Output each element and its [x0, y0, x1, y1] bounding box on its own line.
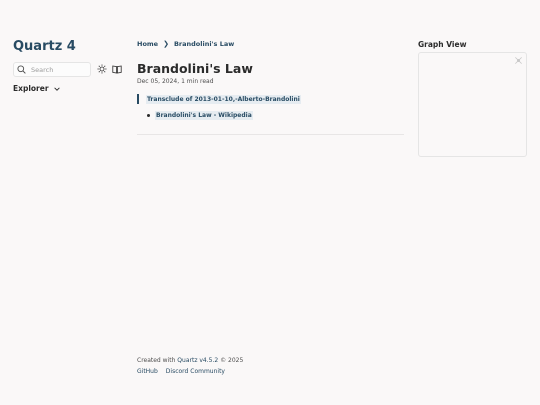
discord-link[interactable]: Discord Community	[166, 368, 225, 375]
reader-mode-icon[interactable]	[112, 64, 122, 74]
article-date: Dec 05, 2024	[137, 78, 178, 85]
wikipedia-link[interactable]: Brandolini's Law - Wikipedia	[155, 111, 253, 120]
page-title: Brandolini's Law	[137, 61, 253, 76]
breadcrumb-current[interactable]: Brandolini's Law	[174, 40, 234, 48]
graph-title: Graph View	[418, 40, 467, 49]
global-graph-icon[interactable]	[514, 56, 523, 65]
breadcrumb: Home ❯ Brandolini's Law	[137, 40, 234, 48]
search-placeholder: Search	[31, 65, 54, 74]
search-input[interactable]: Search	[13, 62, 91, 77]
breadcrumb-separator: ❯	[163, 40, 169, 48]
transclude-link[interactable]: Transclude of 2013-01-10,-Alberto-Brando…	[146, 94, 301, 104]
site-title[interactable]: Quartz 4	[13, 39, 76, 54]
bullet	[147, 114, 150, 117]
explorer-label: Explorer	[13, 84, 49, 93]
graph-view[interactable]	[418, 52, 527, 157]
breadcrumb-home[interactable]: Home	[137, 40, 158, 48]
footer-links: GitHub Discord Community	[137, 368, 233, 375]
transclude-block: Transclude of 2013-01-10,-Alberto-Brando…	[137, 94, 301, 104]
sun-icon[interactable]	[97, 64, 107, 74]
github-link[interactable]: GitHub	[137, 368, 158, 375]
search-icon	[17, 65, 26, 74]
divider	[137, 134, 404, 135]
list-item: Brandolini's Law - Wikipedia	[147, 111, 253, 120]
reading-time: 1 min read	[181, 78, 214, 85]
footer-credit: Created with Quartz v4.5.2 © 2025	[137, 357, 244, 364]
quartz-link[interactable]: Quartz v4.5.2	[177, 357, 218, 364]
article-meta: Dec 05, 2024, 1 min read	[137, 78, 214, 85]
chevron-down-icon	[53, 86, 60, 91]
explorer-toggle[interactable]: Explorer	[13, 84, 61, 93]
